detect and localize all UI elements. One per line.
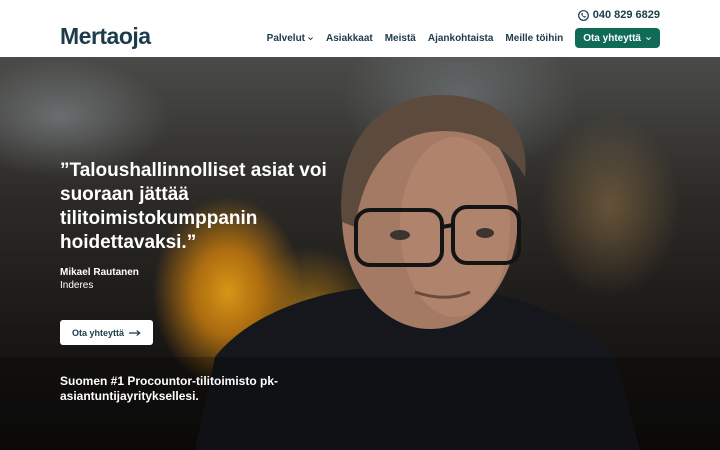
phone-number: 040 829 6829: [592, 9, 660, 21]
phone-link[interactable]: 040 829 6829: [577, 9, 660, 21]
chevron-down-icon: [646, 36, 651, 40]
nav-item-asiakkaat[interactable]: Asiakkaat: [326, 33, 373, 44]
hero-section: ”Taloushallinnolliset asiat voi suoraan …: [0, 57, 720, 450]
nav-item-meista[interactable]: Meistä: [385, 33, 416, 44]
nav-item-ajankohtaista[interactable]: Ajankohtaista: [428, 33, 494, 44]
phone-icon: [577, 9, 589, 21]
nav-item-palvelut[interactable]: Palvelut: [267, 33, 314, 44]
arrow-right-icon: [129, 329, 141, 336]
logo[interactable]: Mertaoja: [60, 22, 151, 50]
hero-contact-button[interactable]: Ota yhteyttä: [60, 320, 153, 345]
chevron-down-icon: [308, 36, 313, 40]
hero-tagline: Suomen #1 Procountor-tilitoimisto pk-asi…: [60, 374, 279, 403]
hero-quote: ”Taloushallinnolliset asiat voi suoraan …: [60, 160, 327, 253]
contact-cta-button[interactable]: Ota yhteyttä: [575, 28, 660, 48]
nav-item-meille-toihin[interactable]: Meille töihin: [505, 33, 563, 44]
quote-author: Mikael Rautanen: [60, 267, 139, 278]
site-header: Mertaoja 040 829 6829 Palvelut Asiakkaat…: [0, 0, 720, 57]
hero-button-label: Ota yhteyttä: [71, 327, 124, 338]
quote-company: Inderes: [60, 280, 94, 291]
nav-label: Palvelut: [266, 32, 306, 44]
cta-label: Ota yhteyttä: [583, 32, 641, 44]
main-nav: Palvelut Asiakkaat Meistä Ajankohtaista …: [267, 28, 660, 48]
